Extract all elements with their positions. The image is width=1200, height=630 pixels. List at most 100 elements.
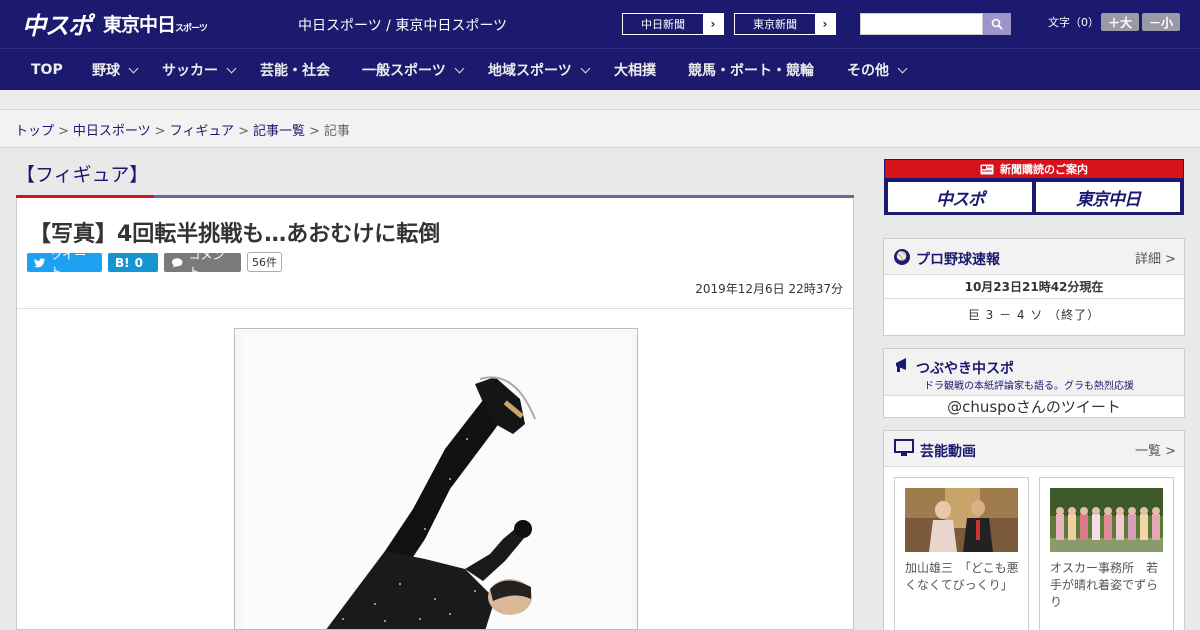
article-card: 【写真】4回転半挑戦も…あおむけに転倒 ツイート B! 0 コメント 56件 2… [16, 198, 854, 630]
nav-label: 芸能・社会 [260, 63, 330, 79]
search-button[interactable] [983, 13, 1011, 35]
nav-item-soccer[interactable]: サッカー [162, 49, 237, 91]
hatena-count: 0 [134, 255, 143, 270]
score-update-time: 10月23日21時42分現在 [884, 275, 1184, 299]
nav-label: 野球 [92, 63, 120, 79]
nav-label: TOP [31, 62, 63, 78]
article-photo[interactable] [234, 328, 638, 630]
subscription-logo-chuspo[interactable]: 中スポ [888, 182, 1032, 212]
video-box-header: 芸能動画 一覧 > [884, 431, 1184, 467]
nav-label: 大相撲 [614, 63, 656, 79]
nav-item-baseball[interactable]: 野球 [92, 49, 139, 91]
nav-item-racing[interactable]: 競馬・ボート・競輪 [688, 49, 814, 91]
nav-item-top[interactable]: TOP [31, 49, 63, 91]
header-band [0, 90, 1200, 110]
chevron-right-icon: › [815, 14, 835, 34]
video-card[interactable]: オスカー事務所 若手が晴れ着姿でずらり [1039, 477, 1174, 630]
baseball-icon: ⚾ [894, 249, 910, 265]
tsubuyaki-subtitle: ドラ観戦の本紙評論家も語る。グラも熱烈応援 [924, 381, 1134, 392]
breadcrumb-separator: > [58, 124, 69, 139]
breadcrumb-article-list[interactable]: 記事一覧 [253, 124, 305, 139]
article-title: 【写真】4回転半挑戦も…あおむけに転倒 [29, 222, 441, 247]
font-bigger-button[interactable]: ＋大 [1101, 13, 1139, 31]
nav-label: サッカー [162, 63, 218, 79]
video-thumbnail [905, 488, 1018, 552]
newspaper-icon [980, 164, 994, 174]
entertainment-video-box: 芸能動画 一覧 > 加山雄三 「どこも悪くなくてびっくり」 オスカー事務所 若手… [883, 430, 1185, 630]
font-smaller-button[interactable]: －小 [1142, 13, 1180, 31]
video-caption: オスカー事務所 若手が晴れ着姿でずらり [1050, 561, 1159, 609]
nav-item-regional-sports[interactable]: 地域スポーツ [488, 49, 591, 91]
breadcrumb-top[interactable]: トップ [15, 124, 54, 139]
nav-item-entertainment[interactable]: 芸能・社会 [260, 49, 330, 91]
video-caption: 加山雄三 「どこも悪くなくてびっくり」 [905, 561, 1019, 592]
tweet-button[interactable]: ツイート [27, 248, 102, 279]
baseball-box-header: ⚾ プロ野球速報 詳細 > [884, 239, 1184, 275]
chevron-down-icon [128, 63, 139, 73]
comment-label: コメント [188, 247, 225, 279]
speech-bubble-icon [171, 257, 183, 268]
monitor-icon [894, 439, 914, 456]
tweet-label: ツイート [50, 247, 87, 279]
subscription-title: 新聞購読のご案内 [1000, 163, 1088, 176]
video-list-link[interactable]: 一覧 > [1135, 440, 1176, 459]
chevron-down-icon [897, 63, 908, 73]
video-box-title: 芸能動画 [920, 444, 976, 460]
chevron-down-icon [454, 63, 465, 73]
nav-label: 地域スポーツ [488, 63, 572, 79]
main-nav: TOP 野球 サッカー 芸能・社会 一般スポーツ 地域スポーツ 大相撲 競馬・ボ… [0, 48, 1200, 90]
site-title[interactable]: 中日スポーツ / 東京中日スポーツ [298, 15, 507, 35]
logo-chuspo: 中スポ [22, 11, 92, 40]
breadcrumb-chunichi-sports[interactable]: 中日スポーツ [73, 124, 151, 139]
article-divider [17, 308, 853, 309]
nav-item-other[interactable]: その他 [847, 49, 908, 91]
chuspo-tweets-link[interactable]: @chuspoさんのツイート [884, 396, 1184, 417]
tsubuyaki-title: つぶやき中スポ [916, 361, 1014, 377]
nav-item-sumo[interactable]: 大相撲 [614, 49, 656, 91]
chunichi-shimbun-label: 中日新聞 [641, 18, 685, 31]
category-title: 【フィギュア】 [16, 164, 149, 186]
video-thumbnail [1050, 488, 1163, 552]
tokyo-shimbun-label: 東京新聞 [753, 18, 797, 31]
subscription-banner[interactable]: 新聞購読のご案内 中スポ 東京中日 [884, 159, 1184, 215]
breadcrumb-separator: > [154, 124, 166, 139]
breadcrumb-separator: > [308, 124, 320, 139]
subscription-title-bar: 新聞購読のご案内 [885, 160, 1183, 178]
tsubuyaki-box: つぶやき中スポ ドラ観戦の本紙評論家も語る。グラも熱烈応援 @chuspoさんの… [883, 348, 1185, 418]
baseball-scores-box: ⚾ プロ野球速報 詳細 > 10月23日21時42分現在 巨 3 － 4 ソ （… [883, 238, 1185, 336]
search-input[interactable] [860, 13, 983, 35]
hatena-bookmark-icon: B! [115, 255, 130, 270]
article-timestamp: 2019年12月6日 22時37分 [695, 282, 843, 296]
baseball-box-title: プロ野球速報 [916, 252, 1000, 268]
search-icon [991, 18, 1003, 30]
twitter-bird-icon [34, 257, 46, 267]
figure-skater-photo [235, 329, 637, 629]
video-card[interactable]: 加山雄三 「どこも悪くなくてびっくり」 [894, 477, 1029, 630]
logo-tokyo-small: スポーツ [175, 23, 208, 34]
chunichi-shimbun-link[interactable]: 中日新聞 › [622, 13, 724, 35]
megaphone-icon [896, 358, 906, 372]
logo-tokyo-text: 東京中日 [103, 13, 176, 36]
video-thumbnail-image [1050, 488, 1163, 552]
chevron-down-icon [226, 63, 237, 73]
comment-count[interactable]: 56件 [247, 252, 282, 272]
breadcrumb-current: 記事 [323, 124, 350, 139]
chevron-down-icon [580, 63, 591, 73]
tokyo-shimbun-link[interactable]: 東京新聞 › [734, 13, 836, 35]
nav-item-general-sports[interactable]: 一般スポーツ [362, 49, 465, 91]
breadcrumb: トップ > 中日スポーツ > フィギュア > 記事一覧 > 記事 [0, 110, 1200, 148]
subscription-logo-tokyo-chunichi[interactable]: 東京中日 [1036, 182, 1180, 212]
game-score[interactable]: 巨 3 － 4 ソ （終了） [884, 299, 1184, 329]
hatena-bookmark-button[interactable]: B! 0 [108, 253, 158, 272]
subscription-logos: 中スポ 東京中日 [888, 182, 1180, 212]
nav-label: その他 [847, 63, 889, 79]
site-header: 中スポ 東京中日スポーツ 中日スポーツ / 東京中日スポーツ 中日新聞 › 東京… [0, 0, 1200, 48]
breadcrumb-figure[interactable]: フィギュア [170, 124, 234, 139]
baseball-details-link[interactable]: 詳細 > [1135, 248, 1176, 267]
font-size-label: 文字（0） [1048, 16, 1099, 29]
nav-label: 一般スポーツ [362, 63, 446, 79]
comment-button[interactable]: コメント [164, 248, 241, 279]
video-thumbnail-image [905, 488, 1018, 552]
site-logo[interactable]: 中スポ 東京中日スポーツ [22, 8, 208, 40]
chevron-right-icon: › [703, 14, 723, 34]
